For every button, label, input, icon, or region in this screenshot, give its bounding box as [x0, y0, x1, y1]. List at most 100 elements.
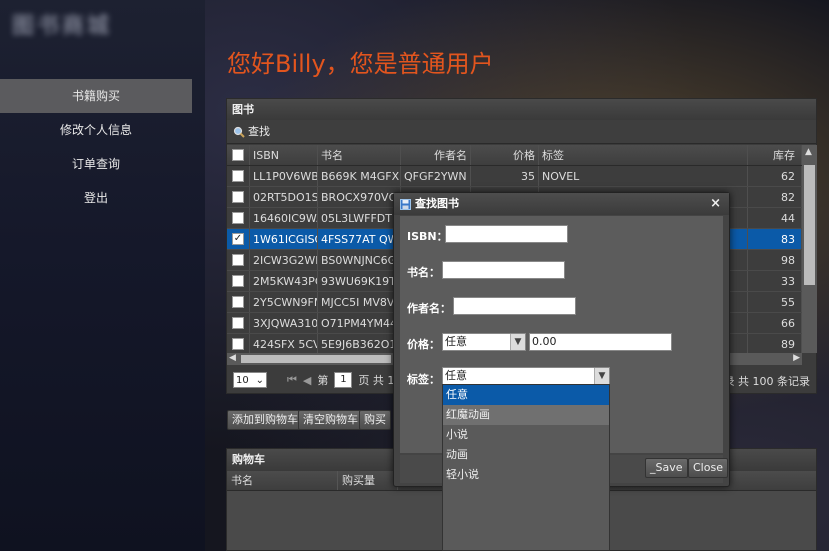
row-checkbox[interactable]	[232, 170, 244, 182]
cell-author: QFGF2YWN W	[401, 166, 471, 186]
grid-vertical-scrollbar[interactable]: ▲	[802, 145, 817, 353]
cell-name: 4FSS77AT QWF	[318, 229, 401, 249]
row-checkbox[interactable]: ✓	[232, 233, 244, 245]
cell-stock: 44	[748, 208, 802, 228]
scroll-right-icon[interactable]: ▶	[793, 353, 800, 363]
col-header-stock[interactable]: 库存	[748, 145, 802, 165]
sidebar-item-edit-profile[interactable]: 修改个人信息	[0, 113, 192, 147]
row-checkbox[interactable]	[232, 212, 244, 224]
tag-select-value: 任意	[445, 369, 467, 382]
row-checkbox-cell[interactable]	[227, 250, 250, 270]
isbn-label: ISBN：	[407, 230, 448, 243]
row-checkbox-cell[interactable]	[227, 271, 250, 291]
row-checkbox-cell[interactable]	[227, 208, 250, 228]
page-size-select[interactable]: 10 ⌄	[233, 372, 267, 388]
row-checkbox[interactable]	[232, 317, 244, 329]
buy-button[interactable]: 购买	[359, 410, 391, 430]
cell-isbn: 1W61ICGISGE	[250, 229, 318, 249]
dialog-close-icon[interactable]: ×	[710, 196, 721, 211]
cell-isbn: 2Y5CWN9FM1	[250, 292, 318, 312]
author-label: 作者名：	[407, 302, 451, 315]
close-button[interactable]: Close	[688, 458, 728, 478]
row-checkbox[interactable]	[232, 296, 244, 308]
tag-option[interactable]: 任意	[443, 385, 609, 405]
chevron-down-icon: ⌄	[255, 374, 264, 386]
sidebar-item-logout[interactable]: 登出	[0, 181, 192, 215]
cell-name: 05L3LWFFDTN	[318, 208, 401, 228]
dialog-titlebar[interactable]: 查找图书	[394, 193, 729, 215]
row-checkbox[interactable]	[232, 254, 244, 266]
horizontal-scroll-thumb[interactable]	[241, 355, 391, 363]
chevron-down-icon[interactable]: ▼	[594, 368, 609, 384]
book-name-field[interactable]	[442, 261, 565, 279]
price-operator-select[interactable]: 任意 ▼	[442, 333, 526, 351]
row-checkbox-cell[interactable]	[227, 313, 250, 333]
price-label: 价格：	[407, 338, 440, 351]
cell-name: B669K M4GFXDP	[318, 166, 401, 186]
cell-name: 93WU69K19T77	[318, 271, 401, 291]
row-checkbox-cell[interactable]	[227, 292, 250, 312]
sidebar-item-order-query[interactable]: 订单查询	[0, 147, 192, 181]
row-checkbox-cell[interactable]	[227, 334, 250, 353]
book-name-label: 书名：	[407, 266, 440, 279]
col-header-tag[interactable]: 标签	[539, 145, 748, 165]
col-header-name[interactable]: 书名	[318, 145, 401, 165]
tag-option[interactable]: 轻小说	[443, 465, 609, 485]
chevron-down-icon[interactable]: ▼	[510, 334, 525, 350]
prev-page-icon[interactable]: ◀	[303, 374, 311, 387]
isbn-field[interactable]	[445, 225, 568, 243]
page-size-value: 10	[236, 374, 249, 386]
search-button-label: 查找	[248, 125, 270, 138]
table-row[interactable]: LL1P0V6WBB669K M4GFXDPQFGF2YWN W35NOVEL6…	[227, 166, 802, 187]
col-header-author[interactable]: 作者名	[401, 145, 471, 165]
select-all-checkbox[interactable]	[232, 149, 244, 161]
cell-name: BS0WNJNC6G	[318, 250, 401, 270]
cell-stock: 98	[748, 250, 802, 270]
scroll-up-icon[interactable]: ▲	[805, 147, 812, 157]
sidebar-nav: 书籍购买 修改个人信息 订单查询 登出	[0, 79, 192, 215]
greeting-title: 您好Billy，您是普通用户	[227, 50, 494, 78]
page-number-input[interactable]: 1	[334, 372, 353, 388]
cell-isbn: 3XJQWA310K	[250, 313, 318, 333]
tag-option[interactable]: 动画	[443, 445, 609, 465]
cell-price: 35	[471, 166, 539, 186]
cell-stock: 62	[748, 166, 802, 186]
cell-name: BROCX970VQF	[318, 187, 401, 207]
cell-stock: 55	[748, 292, 802, 312]
vertical-scroll-thumb[interactable]	[804, 165, 815, 285]
col-header-isbn[interactable]: ISBN	[250, 145, 318, 165]
add-to-cart-button[interactable]: 添加到购物车	[227, 410, 303, 430]
tag-option[interactable]: 小说	[443, 425, 609, 445]
cart-col-name[interactable]: 书名	[227, 471, 338, 490]
col-header-price[interactable]: 价格	[471, 145, 539, 165]
cell-isbn: 2M5KW43POC	[250, 271, 318, 291]
row-checkbox[interactable]	[232, 275, 244, 287]
tag-dropdown-list: 任意 红魔动画 小说 动画 轻小说	[442, 384, 610, 551]
cell-stock: 66	[748, 313, 802, 333]
save-icon	[400, 198, 411, 210]
row-checkbox-cell[interactable]: ✓	[227, 229, 250, 249]
row-checkbox-cell[interactable]	[227, 187, 250, 207]
save-button[interactable]: _Save	[645, 458, 688, 478]
search-button[interactable]: 查找	[233, 120, 270, 144]
price-value-field[interactable]: 0.00	[529, 333, 672, 351]
tag-select[interactable]: 任意 ▼	[442, 367, 610, 385]
cell-isbn: 2ICW3G2WLG	[250, 250, 318, 270]
row-checkbox[interactable]	[232, 191, 244, 203]
first-page-icon[interactable]: ⏮	[287, 373, 297, 387]
search-icon	[233, 126, 245, 138]
cell-stock: 33	[748, 271, 802, 291]
cell-name: O71PM4YM44V	[318, 313, 401, 333]
row-checkbox-cell[interactable]	[227, 166, 250, 186]
sidebar: 图书商城 书籍购买 修改个人信息 订单查询 登出	[0, 0, 205, 551]
app-logo: 图书商城	[12, 14, 113, 39]
clear-cart-button[interactable]: 清空购物车	[298, 410, 363, 430]
select-all-cell[interactable]	[227, 145, 250, 165]
scroll-left-icon[interactable]: ◀	[229, 353, 236, 363]
page-suffix: 页 共 1	[358, 374, 395, 387]
author-field[interactable]	[453, 297, 576, 315]
tag-option[interactable]: 红魔动画	[443, 405, 609, 425]
sidebar-item-buy-books[interactable]: 书籍购买	[0, 79, 192, 113]
row-checkbox[interactable]	[232, 338, 244, 350]
cart-col-qty[interactable]: 购买量	[338, 471, 398, 490]
